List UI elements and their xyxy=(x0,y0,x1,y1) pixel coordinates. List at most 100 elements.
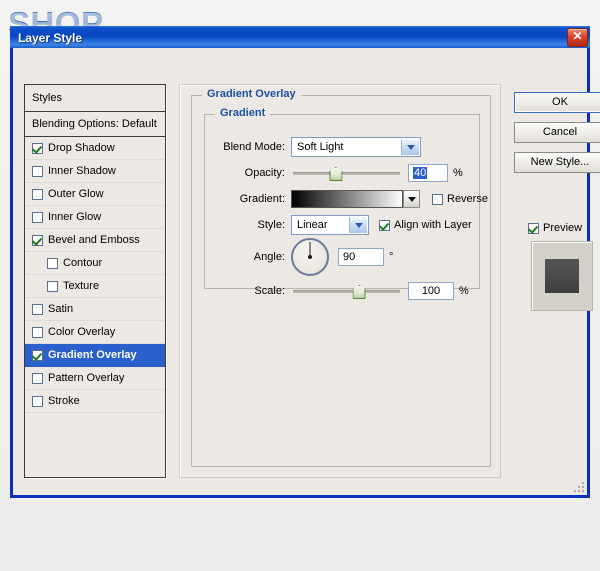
cancel-button[interactable]: Cancel xyxy=(514,122,600,143)
layer-style-dialog: Layer Style ✕ Styles Blending Options: D… xyxy=(10,26,600,498)
opacity-value: 40 xyxy=(413,167,428,179)
sidebar-item-label: Drop Shadow xyxy=(48,142,115,154)
reverse-checkbox[interactable]: Reverse xyxy=(432,193,488,205)
effect-checkbox[interactable] xyxy=(32,234,43,246)
gradient-overlay-group: Gradient Overlay Gradient Blend Mode: So… xyxy=(191,88,491,467)
opacity-label: Opacity: xyxy=(244,167,285,179)
settings-panel: Gradient Overlay Gradient Blend Mode: So… xyxy=(179,84,501,478)
sidebar-item-label: Stroke xyxy=(48,395,80,407)
preview-label: Preview xyxy=(543,222,583,234)
effect-checkbox[interactable] xyxy=(32,165,43,177)
blend-mode-value: Soft Light xyxy=(297,141,344,153)
styles-list-panel: Styles Blending Options: Default Drop Sh… xyxy=(24,84,166,478)
effect-checkbox[interactable] xyxy=(32,326,43,338)
gradient-group-title: Gradient xyxy=(215,107,271,119)
chevron-down-icon[interactable] xyxy=(349,217,367,233)
sidebar-item-label: Texture xyxy=(63,280,100,292)
reverse-label: Reverse xyxy=(447,193,488,205)
effect-checkbox[interactable] xyxy=(47,280,58,292)
blend-mode-select[interactable]: Soft Light xyxy=(291,137,421,157)
chevron-down-icon[interactable] xyxy=(401,139,419,155)
sidebar-item-inner-shadow[interactable]: Inner Shadow xyxy=(25,160,165,183)
dialog-body: Styles Blending Options: Default Drop Sh… xyxy=(13,48,600,495)
angle-dial[interactable] xyxy=(291,238,329,276)
sidebar-item-label: Inner Glow xyxy=(48,211,102,223)
gradient-overlay-group-title: Gradient Overlay xyxy=(202,88,301,100)
sidebar-item-bevel-and-emboss[interactable]: Bevel and Emboss xyxy=(25,229,165,252)
effect-checkbox[interactable] xyxy=(32,372,43,384)
style-label: Style: xyxy=(257,219,285,231)
dialog-titlebar[interactable]: Layer Style ✕ xyxy=(10,26,590,48)
sidebar-item-label: Gradient Overlay xyxy=(48,349,137,361)
ok-button[interactable]: OK xyxy=(514,92,600,113)
effect-checkbox[interactable] xyxy=(32,303,43,315)
sidebar-item-texture[interactable]: Texture xyxy=(25,275,165,298)
sidebar-item-label: Pattern Overlay xyxy=(48,372,125,384)
gradient-picker-chevron-icon[interactable] xyxy=(403,190,420,208)
sidebar-item-pattern-overlay[interactable]: Pattern Overlay xyxy=(25,367,165,390)
effects-list: Drop Shadow Inner Shadow Outer Glow Inner G… xyxy=(25,137,165,413)
effect-checkbox[interactable] xyxy=(32,349,43,361)
preview-checkbox[interactable]: Preview xyxy=(528,222,582,234)
scale-input[interactable]: 100 xyxy=(408,282,454,300)
sidebar-item-inner-glow[interactable]: Inner Glow xyxy=(25,206,165,229)
sidebar-item-contour[interactable]: Contour xyxy=(25,252,165,275)
opacity-slider[interactable] xyxy=(293,165,400,181)
gradient-row: Gradient: Reverse xyxy=(209,189,488,209)
align-with-layer-checkbox-box[interactable] xyxy=(379,219,390,231)
angle-input[interactable]: 90 xyxy=(338,248,384,266)
sidebar-item-label: Outer Glow xyxy=(48,188,104,200)
gradient-label: Gradient: xyxy=(239,193,285,205)
reverse-checkbox-box[interactable] xyxy=(432,193,443,205)
scale-slider-track xyxy=(293,290,400,293)
angle-unit: ° xyxy=(389,251,394,263)
preview-checkbox-box[interactable] xyxy=(528,222,539,234)
align-with-layer-checkbox[interactable]: Align with Layer xyxy=(379,219,472,231)
new-style-button[interactable]: New Style... xyxy=(514,152,600,173)
blend-mode-label: Blend Mode: xyxy=(223,141,285,153)
effect-checkbox[interactable] xyxy=(32,211,43,223)
effect-checkbox[interactable] xyxy=(32,188,43,200)
sidebar-item-satin[interactable]: Satin xyxy=(25,298,165,321)
angle-label: Angle: xyxy=(253,251,285,263)
close-icon[interactable]: ✕ xyxy=(567,28,588,47)
scale-row: Scale: 100 % xyxy=(209,281,469,301)
gradient-preview-swatch[interactable] xyxy=(291,190,403,208)
resize-grip[interactable] xyxy=(572,480,584,492)
effect-checkbox[interactable] xyxy=(32,142,43,154)
dialog-title: Layer Style xyxy=(18,30,83,45)
opacity-unit: % xyxy=(453,167,463,179)
style-select[interactable]: Linear xyxy=(291,215,369,235)
scale-unit: % xyxy=(459,285,469,297)
sidebar-item-outer-glow[interactable]: Outer Glow xyxy=(25,183,165,206)
blend-mode-row: Blend Mode: Soft Light xyxy=(209,137,421,157)
opacity-slider-thumb[interactable] xyxy=(329,167,343,181)
scale-slider-thumb[interactable] xyxy=(352,285,366,299)
angle-dial-hub xyxy=(308,255,312,259)
sidebar-item-label: Contour xyxy=(63,257,103,269)
sidebar-item-label: Satin xyxy=(48,303,74,315)
effect-checkbox[interactable] xyxy=(32,395,43,407)
opacity-input[interactable]: 40 xyxy=(408,164,448,182)
sidebar-item-gradient-overlay[interactable]: Gradient Overlay xyxy=(25,344,165,367)
sidebar-item-label: Color Overlay xyxy=(48,326,116,338)
style-value: Linear xyxy=(297,219,328,231)
preview-thumbnail xyxy=(531,241,593,311)
preview-thumbnail-square xyxy=(545,259,579,293)
sidebar-item-label: Inner Shadow xyxy=(48,165,116,177)
gradient-group: Gradient Blend Mode: Soft Light Opacity: xyxy=(204,107,488,300)
sidebar-item-stroke[interactable]: Stroke xyxy=(25,390,165,413)
sidebar-item-label: Bevel and Emboss xyxy=(48,234,140,246)
sidebar-item-drop-shadow[interactable]: Drop Shadow xyxy=(25,137,165,160)
sidebar-item-blending-options[interactable]: Blending Options: Default xyxy=(25,112,165,137)
style-row: Style: Linear Align with Layer xyxy=(209,215,472,235)
sidebar-item-color-overlay[interactable]: Color Overlay xyxy=(25,321,165,344)
opacity-row: Opacity: 40 % xyxy=(209,163,463,183)
effect-checkbox[interactable] xyxy=(47,257,58,269)
align-with-layer-label: Align with Layer xyxy=(394,219,472,231)
styles-header[interactable]: Styles xyxy=(25,85,165,112)
scale-slider[interactable] xyxy=(293,283,400,299)
scale-label: Scale: xyxy=(254,285,285,297)
angle-row: Angle: 90 ° xyxy=(209,238,394,276)
opacity-slider-track xyxy=(293,172,400,175)
